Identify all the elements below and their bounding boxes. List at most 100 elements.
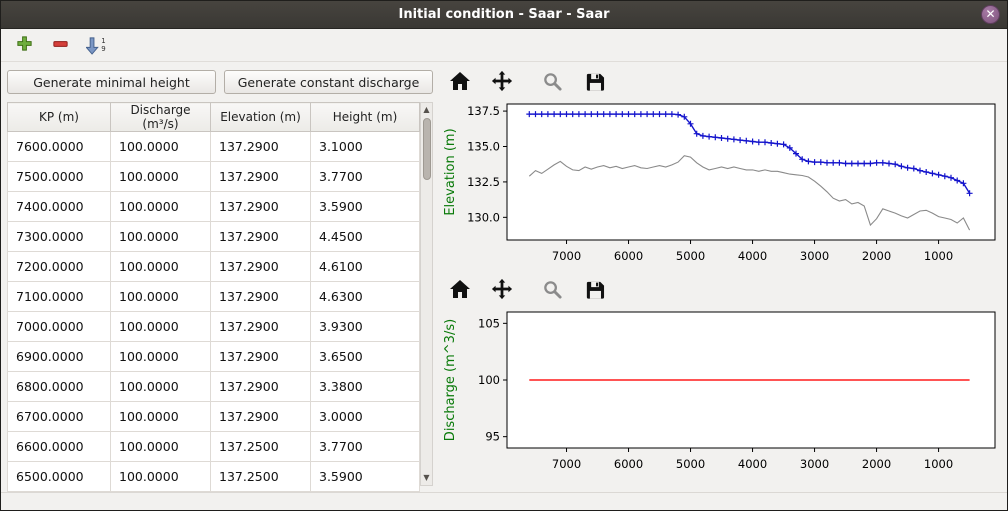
- add-row-button[interactable]: [9, 32, 39, 59]
- vertical-scrollbar[interactable]: ▲ ▼: [420, 102, 433, 486]
- table-cell[interactable]: 7400.0000: [8, 192, 111, 222]
- table-cell[interactable]: 4.4500: [311, 222, 420, 252]
- table-cell[interactable]: 137.2900: [211, 162, 311, 192]
- table-row: 6700.0000100.0000137.29003.0000: [8, 402, 420, 432]
- table-cell[interactable]: 100.0000: [111, 372, 211, 402]
- svg-text:105: 105: [478, 316, 500, 330]
- column-header-height[interactable]: Height (m): [311, 103, 420, 132]
- pan-button[interactable]: [487, 277, 517, 305]
- svg-text:100: 100: [478, 373, 500, 387]
- remove-icon: [51, 34, 70, 57]
- home-icon: [449, 71, 471, 95]
- scrollbar-thumb[interactable]: [423, 118, 431, 180]
- table-cell[interactable]: 137.2900: [211, 192, 311, 222]
- column-header-elevation[interactable]: Elevation (m): [211, 103, 311, 132]
- table-cell[interactable]: 3.0000: [311, 402, 420, 432]
- home-button[interactable]: [445, 277, 475, 305]
- table-cell[interactable]: 137.2900: [211, 402, 311, 432]
- table-cell[interactable]: 137.2900: [211, 132, 311, 162]
- table-cell[interactable]: 7100.0000: [8, 282, 111, 312]
- table-cell[interactable]: 100.0000: [111, 192, 211, 222]
- sort-rows-button[interactable]: 1 9: [81, 32, 111, 59]
- column-header-kp[interactable]: KP (m): [8, 103, 111, 132]
- table-cell[interactable]: 7300.0000: [8, 222, 111, 252]
- svg-text:3000: 3000: [800, 249, 829, 263]
- table-row: 7500.0000100.0000137.29003.7700: [8, 162, 420, 192]
- table-cell[interactable]: 137.2900: [211, 372, 311, 402]
- save-button[interactable]: [579, 69, 609, 97]
- table-cell[interactable]: 100.0000: [111, 132, 211, 162]
- close-button[interactable]: ✕: [981, 5, 1000, 24]
- table-cell[interactable]: 3.1000: [311, 132, 420, 162]
- table-cell[interactable]: 6500.0000: [8, 462, 111, 492]
- table-cell[interactable]: 3.7700: [311, 432, 420, 462]
- table-cell[interactable]: 7200.0000: [8, 252, 111, 282]
- table-cell[interactable]: 6900.0000: [8, 342, 111, 372]
- table-cell[interactable]: 7500.0000: [8, 162, 111, 192]
- discharge-plot-toolbar: [441, 276, 1001, 306]
- scroll-down-icon[interactable]: ▼: [423, 471, 429, 485]
- table-cell[interactable]: 137.2900: [211, 312, 311, 342]
- titlebar[interactable]: Initial condition - Saar - Saar ✕: [1, 1, 1007, 29]
- table-cell[interactable]: 3.5900: [311, 192, 420, 222]
- table-cell[interactable]: 100.0000: [111, 462, 211, 492]
- remove-row-button[interactable]: [45, 32, 75, 59]
- svg-text:7000: 7000: [552, 457, 581, 471]
- table-cell[interactable]: 100.0000: [111, 402, 211, 432]
- zoom-button[interactable]: [537, 69, 567, 97]
- table-cell[interactable]: 4.6300: [311, 282, 420, 312]
- zoom-button[interactable]: [537, 277, 567, 305]
- table-cell[interactable]: 137.2900: [211, 282, 311, 312]
- svg-text:132.5: 132.5: [467, 175, 500, 189]
- table-cell[interactable]: 137.2900: [211, 252, 311, 282]
- pan-icon: [491, 70, 513, 96]
- home-button[interactable]: [445, 69, 475, 97]
- left-panel: Generate minimal height Generate constan…: [1, 62, 435, 492]
- elevation-plot[interactable]: 7000600050004000300020001000137.5135.013…: [441, 98, 1001, 268]
- table-cell[interactable]: 100.0000: [111, 222, 211, 252]
- column-header-discharge[interactable]: Discharge (m³/s): [111, 103, 211, 132]
- discharge-plot[interactable]: 700060005000400030002000100010510095Disc…: [441, 306, 1001, 476]
- table-cell[interactable]: 100.0000: [111, 162, 211, 192]
- table-cell[interactable]: 7600.0000: [8, 132, 111, 162]
- table-cell[interactable]: 100.0000: [111, 432, 211, 462]
- table-cell[interactable]: 3.3800: [311, 372, 420, 402]
- table-cell[interactable]: 100.0000: [111, 282, 211, 312]
- table-cell[interactable]: 100.0000: [111, 342, 211, 372]
- table-cell[interactable]: 4.6100: [311, 252, 420, 282]
- pan-button[interactable]: [487, 69, 517, 97]
- table-cell[interactable]: 7000.0000: [8, 312, 111, 342]
- table-row: 7200.0000100.0000137.29004.6100: [8, 252, 420, 282]
- svg-text:1000: 1000: [924, 249, 953, 263]
- save-button[interactable]: [579, 277, 609, 305]
- table-cell[interactable]: 3.6500: [311, 342, 420, 372]
- initial-condition-table: KP (m) Discharge (m³/s) Elevation (m) He…: [7, 102, 420, 492]
- table-cell[interactable]: 100.0000: [111, 312, 211, 342]
- svg-text:135.0: 135.0: [467, 140, 500, 154]
- table-cell[interactable]: 137.2500: [211, 462, 311, 492]
- save-icon: [584, 71, 605, 96]
- scroll-up-icon[interactable]: ▲: [423, 103, 429, 117]
- table-cell[interactable]: 3.5900: [311, 462, 420, 492]
- table-cell[interactable]: 100.0000: [111, 252, 211, 282]
- generate-constant-discharge-button[interactable]: Generate constant discharge: [224, 70, 433, 94]
- svg-text:95: 95: [485, 430, 500, 444]
- table-cell[interactable]: 137.2500: [211, 432, 311, 462]
- table-cell[interactable]: 137.2900: [211, 342, 311, 372]
- table-cell[interactable]: 3.7700: [311, 162, 420, 192]
- svg-text:6000: 6000: [614, 249, 643, 263]
- table-area: KP (m) Discharge (m³/s) Elevation (m) He…: [7, 102, 433, 486]
- generate-minimal-height-button[interactable]: Generate minimal height: [7, 70, 216, 94]
- table-cell[interactable]: 6800.0000: [8, 372, 111, 402]
- table-cell[interactable]: 3.9300: [311, 312, 420, 342]
- svg-text:130.0: 130.0: [467, 210, 500, 224]
- table-row: 7400.0000100.0000137.29003.5900: [8, 192, 420, 222]
- svg-text:2000: 2000: [862, 249, 891, 263]
- table-body: 7600.0000100.0000137.29003.10007500.0000…: [8, 132, 420, 492]
- table-cell[interactable]: 6600.0000: [8, 432, 111, 462]
- table-row: 7300.0000100.0000137.29004.4500: [8, 222, 420, 252]
- table-row: 6600.0000100.0000137.25003.7700: [8, 432, 420, 462]
- table-cell[interactable]: 137.2900: [211, 222, 311, 252]
- footer-strip: [1, 492, 1007, 510]
- table-cell[interactable]: 6700.0000: [8, 402, 111, 432]
